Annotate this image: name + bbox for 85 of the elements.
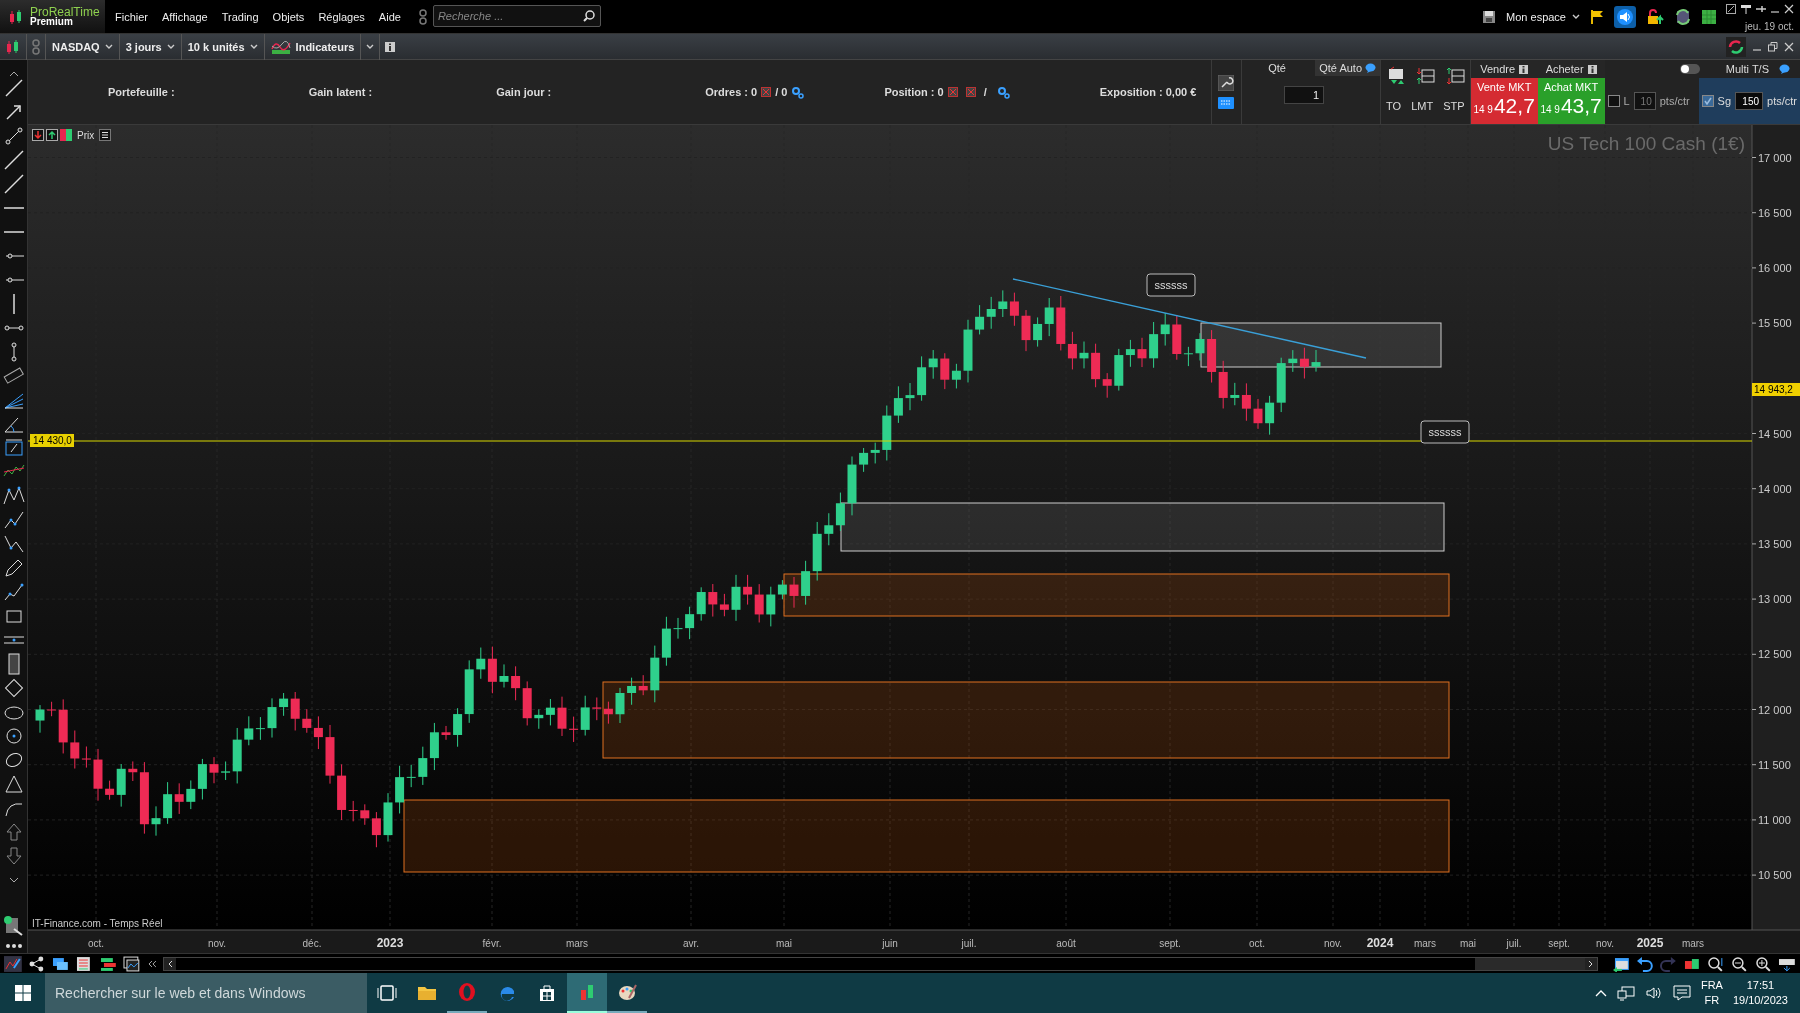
exposure-label: Exposition : 0,00 € (1099, 86, 1197, 98)
sell-header: Vendre (1480, 63, 1516, 75)
time-axis-label: avr. (682, 938, 700, 949)
price-axis-label: 17 000 (1758, 151, 1792, 164)
time-axis-label: juil. (961, 938, 977, 949)
current-price-label: 14 943,2 (1752, 383, 1800, 396)
time-axis-label: mai (1459, 938, 1477, 949)
orders-label: Ordres : 0 (705, 86, 758, 98)
price-legend: Prix (77, 129, 95, 141)
price-axis-label: 11 000 (1758, 813, 1791, 826)
day-gain-label: Gain jour : (496, 86, 552, 98)
order-type-label[interactable]: STP (1443, 100, 1465, 112)
logo-subtitle: Premium (30, 16, 73, 27)
stop-distance-field[interactable]: 150 (1735, 92, 1764, 110)
level-price-label: 14 430,0 (30, 434, 74, 447)
time-axis-label: sept. (1159, 938, 1181, 949)
limit-label: L (1623, 95, 1630, 107)
time-axis-label: 2024 (1366, 936, 1394, 950)
time-axis-label: mai (775, 938, 793, 949)
time-axis-label: mars (565, 938, 589, 949)
time-axis-label: nov. (1595, 938, 1615, 949)
instrument-title: US Tech 100 Cash (1€) (1547, 133, 1745, 154)
price-axis-label: 13 000 (1758, 593, 1792, 606)
workspace-menu[interactable]: Mon espace (1506, 10, 1580, 23)
price-axis-label: 16 500 (1758, 206, 1792, 219)
price-axis-label: 11 500 (1758, 758, 1791, 771)
sell-market-button[interactable]: Vente MKT 14 942,7 (1470, 78, 1538, 124)
limit-unit-label: pts/ctr (1659, 95, 1690, 107)
time-axis-label: juil. (1506, 938, 1522, 949)
time-axis-label: sept. (1548, 938, 1570, 949)
quantity-label: Qté (1267, 62, 1286, 74)
portfolio-label: Portefeuille : (108, 86, 175, 98)
price-axis-label: 13 500 (1758, 537, 1792, 550)
unrealized-gain-label: Gain latent : (308, 86, 373, 98)
buy-header: Acheter (1545, 63, 1584, 75)
price-axis-label: 14 500 (1758, 427, 1792, 440)
stop-label: Sg (1717, 95, 1732, 107)
menu-item[interactable]: Aide (378, 10, 401, 23)
taskbar-search-field[interactable]: Rechercher sur le web et dans Windows (45, 973, 367, 1013)
price-axis-label: 16 000 (1758, 261, 1792, 274)
keyboard-layout-label[interactable]: FR (1704, 993, 1720, 1008)
clock-time[interactable]: 17:51 (1746, 978, 1775, 993)
menu-item[interactable]: Affichage (162, 10, 208, 23)
menu-item[interactable]: Réglages (318, 10, 365, 23)
time-axis-label: août (1056, 938, 1076, 949)
time-axis-label: nov. (207, 938, 227, 949)
menu-item[interactable]: Trading (221, 10, 259, 23)
logo-title: ProRealTime (30, 6, 100, 17)
time-axis-label: févr. (482, 938, 502, 949)
price-axis-label: 10 500 (1758, 869, 1792, 882)
time-axis-label: oct. (1248, 938, 1266, 949)
auto-quantity-toggle[interactable]: Qté Auto (1315, 60, 1381, 76)
price-axis-label: 15 500 (1758, 317, 1792, 330)
quantity-field[interactable]: 1 (1284, 86, 1325, 104)
indicators-button[interactable]: Indicateurs (264, 33, 362, 60)
orders-count: / 0 (775, 86, 788, 98)
language-label[interactable]: FRA (1700, 978, 1723, 993)
price-axis-label: 12 500 (1758, 648, 1792, 661)
time-axis-label: nov. (1323, 938, 1343, 949)
multi-ts-label: Multi T/S (1725, 63, 1769, 75)
menu-item[interactable]: Fichier (115, 10, 148, 23)
time-axis-label: 2023 (376, 936, 404, 950)
search-field[interactable]: Recherche ... (432, 5, 601, 27)
price-axis-label: 14 000 (1758, 482, 1792, 495)
clock-date[interactable]: 19/10/2023 (1732, 993, 1788, 1008)
instrument-dropdown[interactable]: NASDAQ (46, 33, 120, 60)
position-separator: / (983, 86, 987, 98)
units-dropdown[interactable]: 10 k unités (181, 33, 265, 60)
position-label: Position : 0 (884, 86, 944, 98)
order-type-label[interactable]: LMT (1411, 100, 1434, 112)
time-axis-label: mars (1413, 938, 1437, 949)
data-source-label: IT-Finance.com - Temps Réel (32, 918, 163, 929)
order-type-label[interactable]: TO (1386, 100, 1402, 112)
time-axis-label: 2025 (1636, 936, 1664, 950)
period-dropdown[interactable]: 3 jours (119, 33, 182, 60)
menu-item[interactable]: Objets (272, 10, 305, 23)
time-axis-label: oct. (87, 938, 105, 949)
time-axis-label: juin (882, 938, 898, 949)
date-label: jeu. 19 oct. (1745, 21, 1794, 32)
text-annotation: ssssss (1146, 273, 1196, 297)
price-axis-label: 12 000 (1758, 703, 1792, 716)
stop-unit-label: pts/ctr (1767, 95, 1797, 107)
text-annotation: ssssss (1420, 420, 1470, 444)
time-axis-label: déc. (302, 938, 322, 949)
time-axis-label: mars (1681, 938, 1705, 949)
